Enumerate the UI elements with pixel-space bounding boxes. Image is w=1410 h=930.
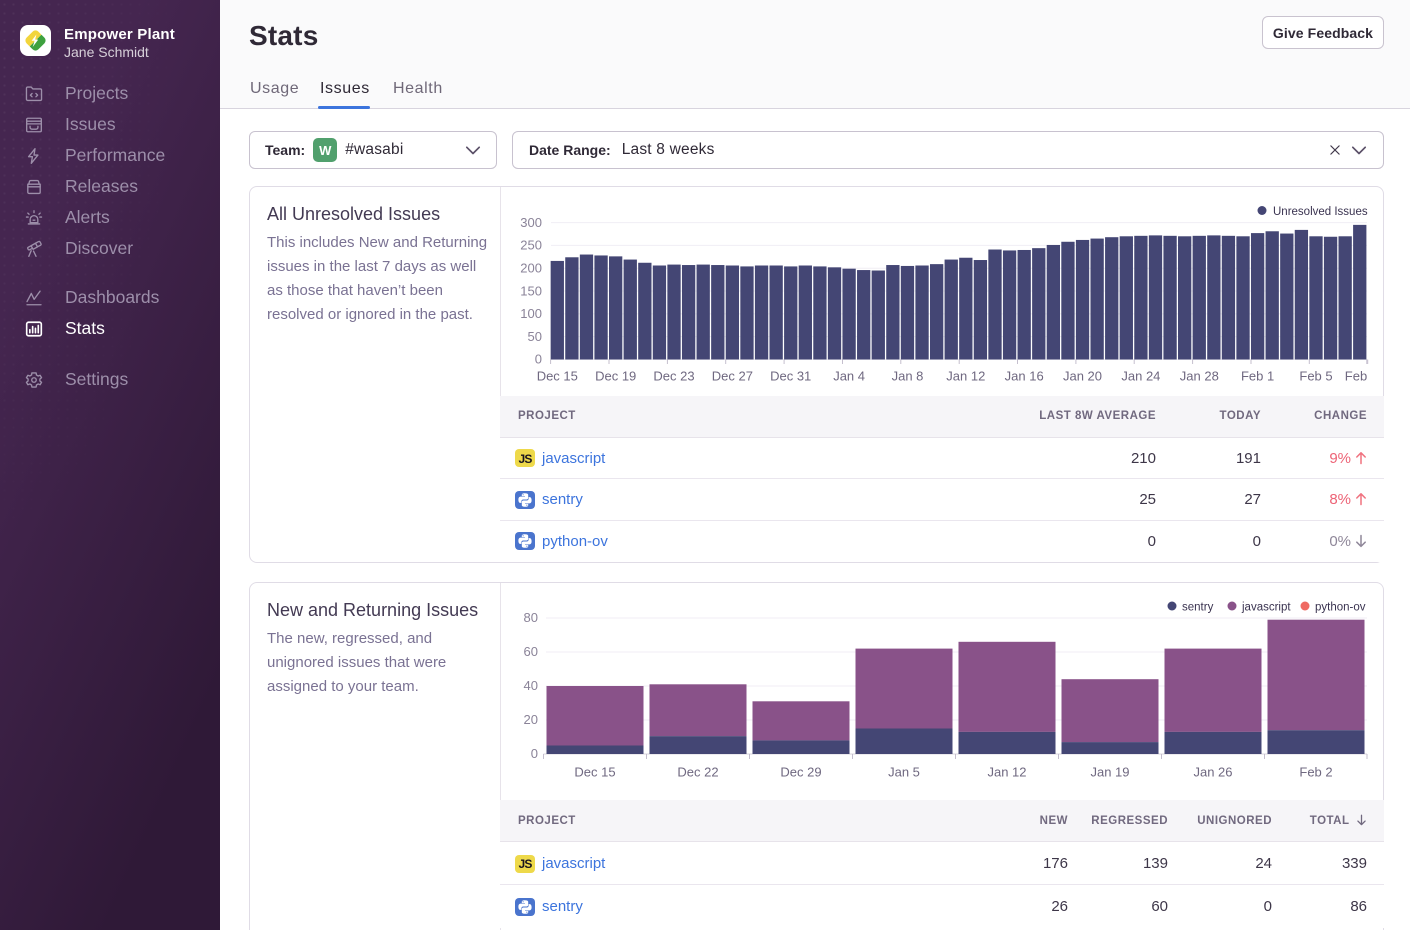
svg-text:20: 20 <box>524 712 538 727</box>
svg-text:python-ov: python-ov <box>1315 602 1366 614</box>
svg-text:javascript: javascript <box>1241 602 1291 614</box>
svg-text:Dec 22: Dec 22 <box>677 765 718 780</box>
svg-text:Jan 5: Jan 5 <box>888 765 920 780</box>
svg-text:Dec 15: Dec 15 <box>574 765 615 780</box>
svg-text:60: 60 <box>524 644 538 659</box>
svg-text:Dec 29: Dec 29 <box>780 765 821 780</box>
svg-text:80: 80 <box>524 610 538 625</box>
svg-text:sentry: sentry <box>1182 602 1214 614</box>
svg-text:0: 0 <box>531 746 538 761</box>
svg-text:Jan 12: Jan 12 <box>987 765 1026 780</box>
svg-text:Jan 26: Jan 26 <box>1193 765 1232 780</box>
svg-text:Jan 19: Jan 19 <box>1090 765 1129 780</box>
svg-text:40: 40 <box>524 678 538 693</box>
svg-text:Feb 2: Feb 2 <box>1299 765 1332 780</box>
